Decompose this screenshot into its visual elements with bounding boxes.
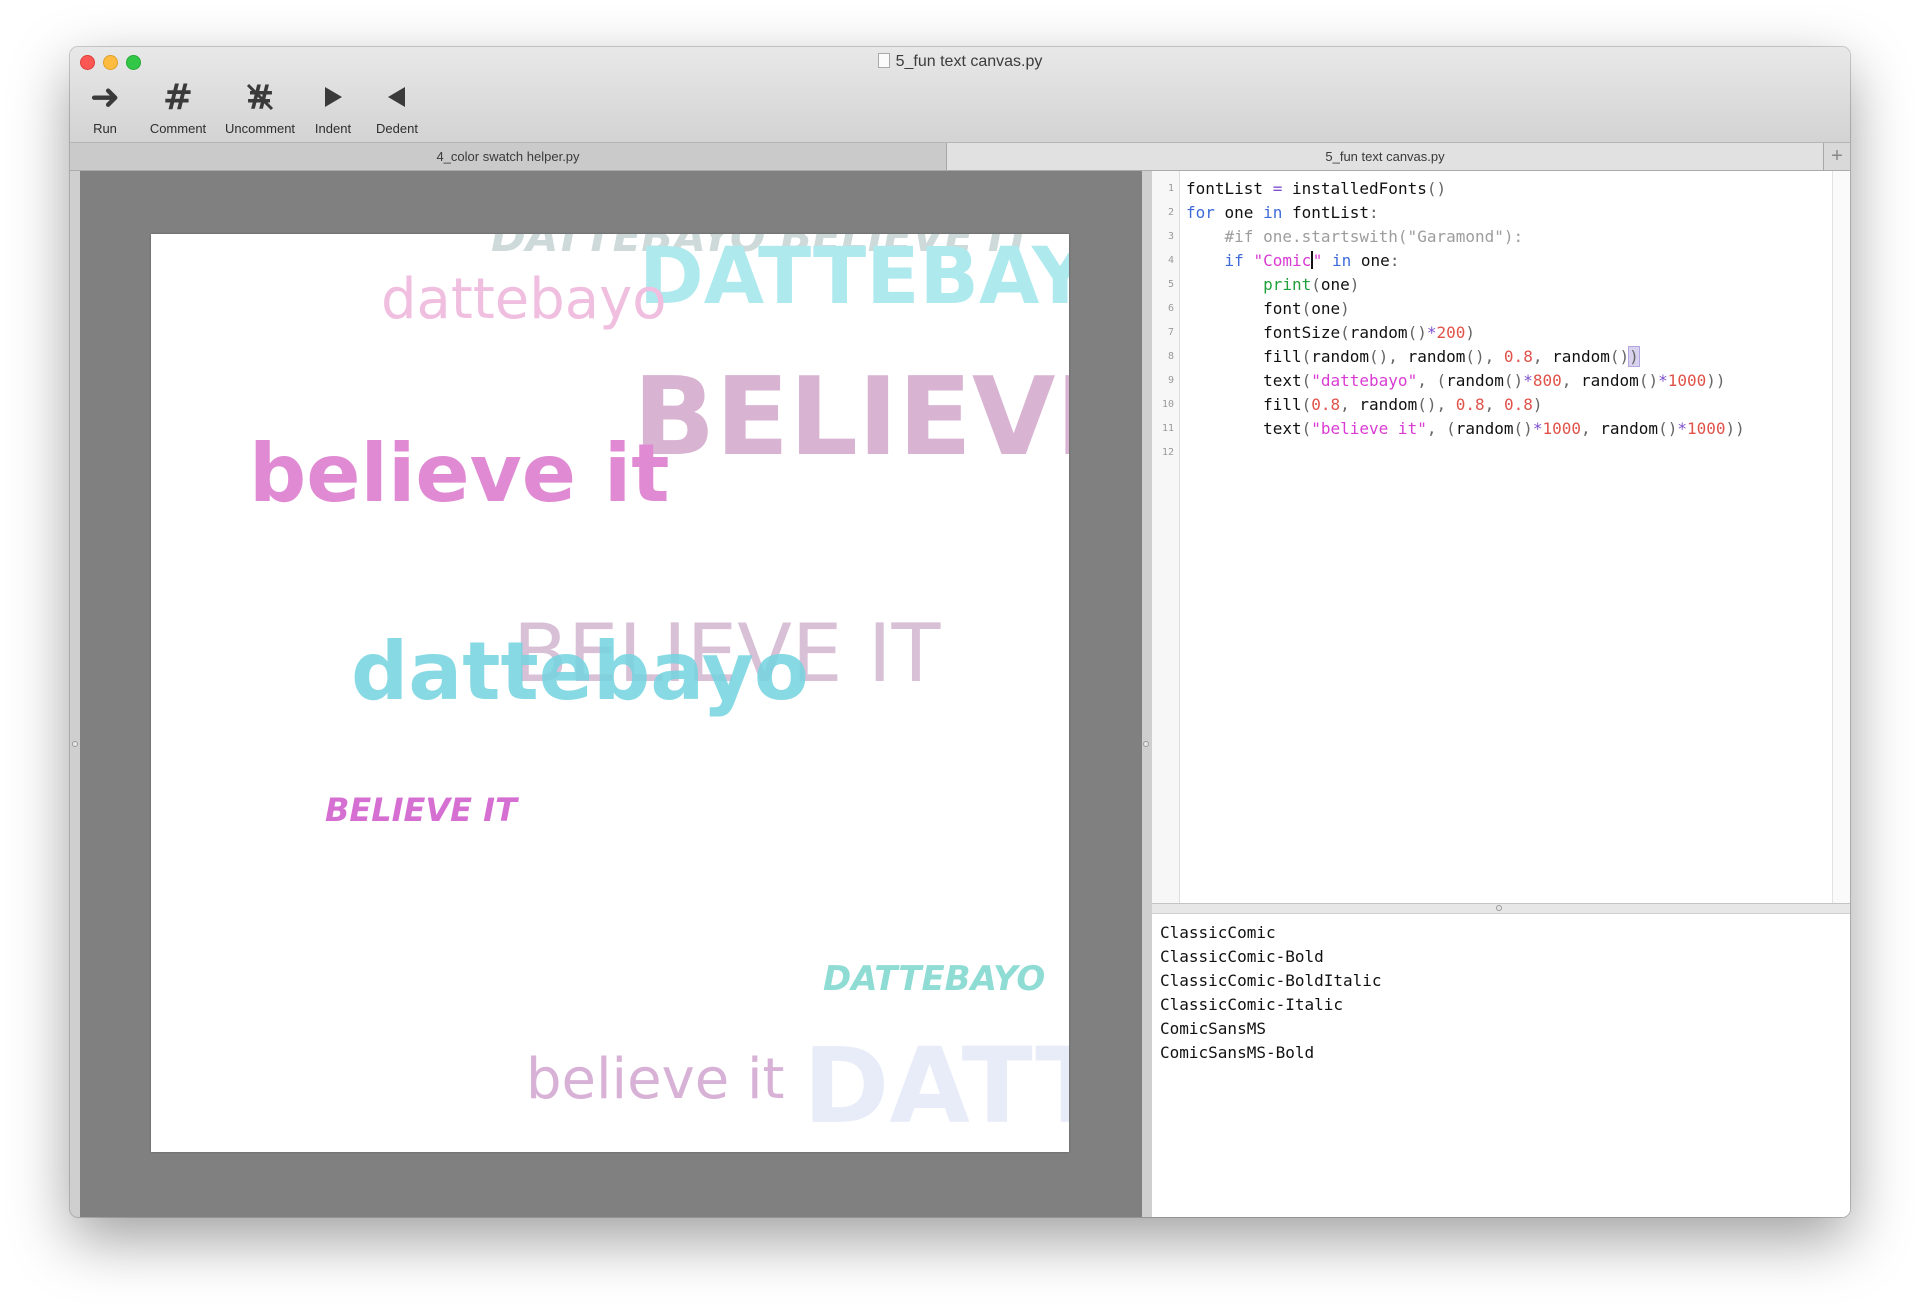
line-number: 8 bbox=[1167, 351, 1174, 362]
canvas-text: believe it bbox=[526, 1047, 785, 1112]
add-tab-button[interactable]: + bbox=[1824, 143, 1850, 170]
line-number: 3 bbox=[1167, 231, 1174, 242]
code-line-10: fill(0.8, random(), 0.8, 0.8) bbox=[1186, 395, 1543, 414]
line-number: 6 bbox=[1167, 303, 1174, 314]
output-console: ClassicComic ClassicComic-Bold ClassicCo… bbox=[1152, 914, 1850, 1217]
line-number: 12 bbox=[1161, 447, 1174, 458]
tab-fun-text-canvas[interactable]: 5_fun text canvas.py bbox=[947, 143, 1824, 170]
line-number: 10 bbox=[1161, 399, 1174, 410]
output-line: ClassicComic-Italic bbox=[1160, 995, 1344, 1014]
code-line-5: print(one) bbox=[1263, 275, 1360, 294]
canvas-text: BELIEVE IT bbox=[633, 355, 1069, 480]
line-number: 9 bbox=[1167, 375, 1174, 386]
indent-button[interactable]: Indent bbox=[308, 77, 358, 136]
code-line-9: text("dattebayo", (random()*800, random(… bbox=[1186, 371, 1726, 390]
line-number: 4 bbox=[1167, 255, 1174, 266]
dedent-button[interactable]: Dedent bbox=[372, 77, 422, 136]
line-number: 11 bbox=[1161, 423, 1174, 434]
tab-color-swatch-helper[interactable]: 4_color swatch helper.py bbox=[70, 143, 947, 170]
toolbar: ➜ Run # Comment # Uncomment bbox=[80, 76, 422, 137]
code-text[interactable]: fontList = installedFonts() for one in f… bbox=[1186, 177, 1745, 441]
canvas-text: dattebayo bbox=[351, 625, 809, 718]
document-icon bbox=[877, 53, 890, 68]
code-line-8: fill(random(), random(), 0.8, random()) bbox=[1186, 346, 1640, 367]
output-lines: ClassicComic ClassicComic-Bold ClassicCo… bbox=[1152, 914, 1850, 1065]
output-line: ClassicComic-Bold bbox=[1160, 947, 1324, 966]
canvas-text: believe it bbox=[249, 427, 670, 520]
canvas-text: dattebayo bbox=[381, 267, 667, 332]
canvas-text: DATTEBAYO bbox=[639, 234, 1069, 322]
code-line-11: text("believe it", (random()*1000, rando… bbox=[1186, 419, 1745, 438]
dedent-button-label: Dedent bbox=[376, 121, 418, 136]
split-grip-icon[interactable] bbox=[72, 741, 78, 747]
uncomment-button[interactable]: # Uncomment bbox=[224, 77, 296, 136]
output-line: ComicSansMS bbox=[1160, 1019, 1266, 1038]
code-line-4: if "Comic" in one: bbox=[1224, 251, 1400, 270]
code-line-2: for one in fontList: bbox=[1186, 203, 1379, 222]
window-title: 5_fun text canvas.py bbox=[70, 53, 1850, 71]
canvas-text: BELIEVE IT bbox=[325, 791, 517, 829]
splitter-grip-icon[interactable] bbox=[1143, 741, 1149, 747]
triangle-right-icon bbox=[322, 77, 344, 117]
canvas-text: DATTEBAYO bbox=[823, 959, 1046, 999]
editor-scrollbar[interactable] bbox=[1832, 171, 1850, 903]
arrow-right-icon: ➜ bbox=[89, 76, 121, 118]
app-window: 5_fun text canvas.py ➜ Run # Comment # U… bbox=[70, 47, 1850, 1217]
pane-splitter[interactable] bbox=[1142, 171, 1152, 1217]
output-line: ComicSansMS-Bold bbox=[1160, 1043, 1315, 1062]
code-line-7: fontSize(random()*200) bbox=[1186, 323, 1476, 342]
code-editor[interactable]: 1 2 3 4 5 6 7 8 9 10 11 12 fontList = in… bbox=[1152, 171, 1850, 904]
line-number: 1 bbox=[1167, 183, 1174, 194]
line-number-gutter: 1 2 3 4 5 6 7 8 9 10 11 12 bbox=[1152, 171, 1180, 903]
comment-button-label: Comment bbox=[149, 121, 207, 136]
line-number: 7 bbox=[1167, 327, 1174, 338]
output-line: ClassicComic-BoldItalic bbox=[1160, 971, 1382, 990]
code-line-6: font(one) bbox=[1186, 299, 1350, 318]
hash-icon: # bbox=[162, 76, 194, 118]
indent-button-label: Indent bbox=[314, 121, 352, 136]
run-button[interactable]: ➜ Run bbox=[80, 76, 130, 137]
output-grip-icon[interactable] bbox=[1496, 905, 1502, 911]
code-area: 1 2 3 4 5 6 7 8 9 10 11 12 fontList = in… bbox=[1152, 171, 1850, 1217]
left-split-handle[interactable] bbox=[70, 171, 80, 1217]
plus-icon: + bbox=[1831, 145, 1843, 167]
code-line-1: fontList = installedFonts() bbox=[1186, 179, 1447, 198]
drawing-canvas: DATTEBAYO BELIEVE IT DATTEBAYO dattebayo… bbox=[151, 234, 1069, 1152]
output-line: ClassicComic bbox=[1160, 923, 1276, 942]
canvas-text: DATT bbox=[803, 1025, 1069, 1147]
uncomment-button-label: Uncomment bbox=[224, 121, 296, 136]
tab-bar: 4_color swatch helper.py 5_fun text canv… bbox=[70, 143, 1850, 171]
comment-button[interactable]: # Comment bbox=[144, 76, 212, 137]
line-number: 2 bbox=[1167, 207, 1174, 218]
hash-slash-icon: # bbox=[243, 77, 277, 117]
code-line-3: #if one.startswith("Garamond"): bbox=[1224, 227, 1524, 246]
line-number: 5 bbox=[1167, 279, 1174, 290]
run-button-label: Run bbox=[93, 121, 117, 136]
title-bar: 5_fun text canvas.py ➜ Run # Comment # U… bbox=[70, 47, 1850, 143]
output-splitter[interactable] bbox=[1152, 904, 1850, 914]
triangle-left-icon bbox=[386, 77, 408, 117]
canvas-view: DATTEBAYO BELIEVE IT DATTEBAYO dattebayo… bbox=[70, 171, 1142, 1217]
